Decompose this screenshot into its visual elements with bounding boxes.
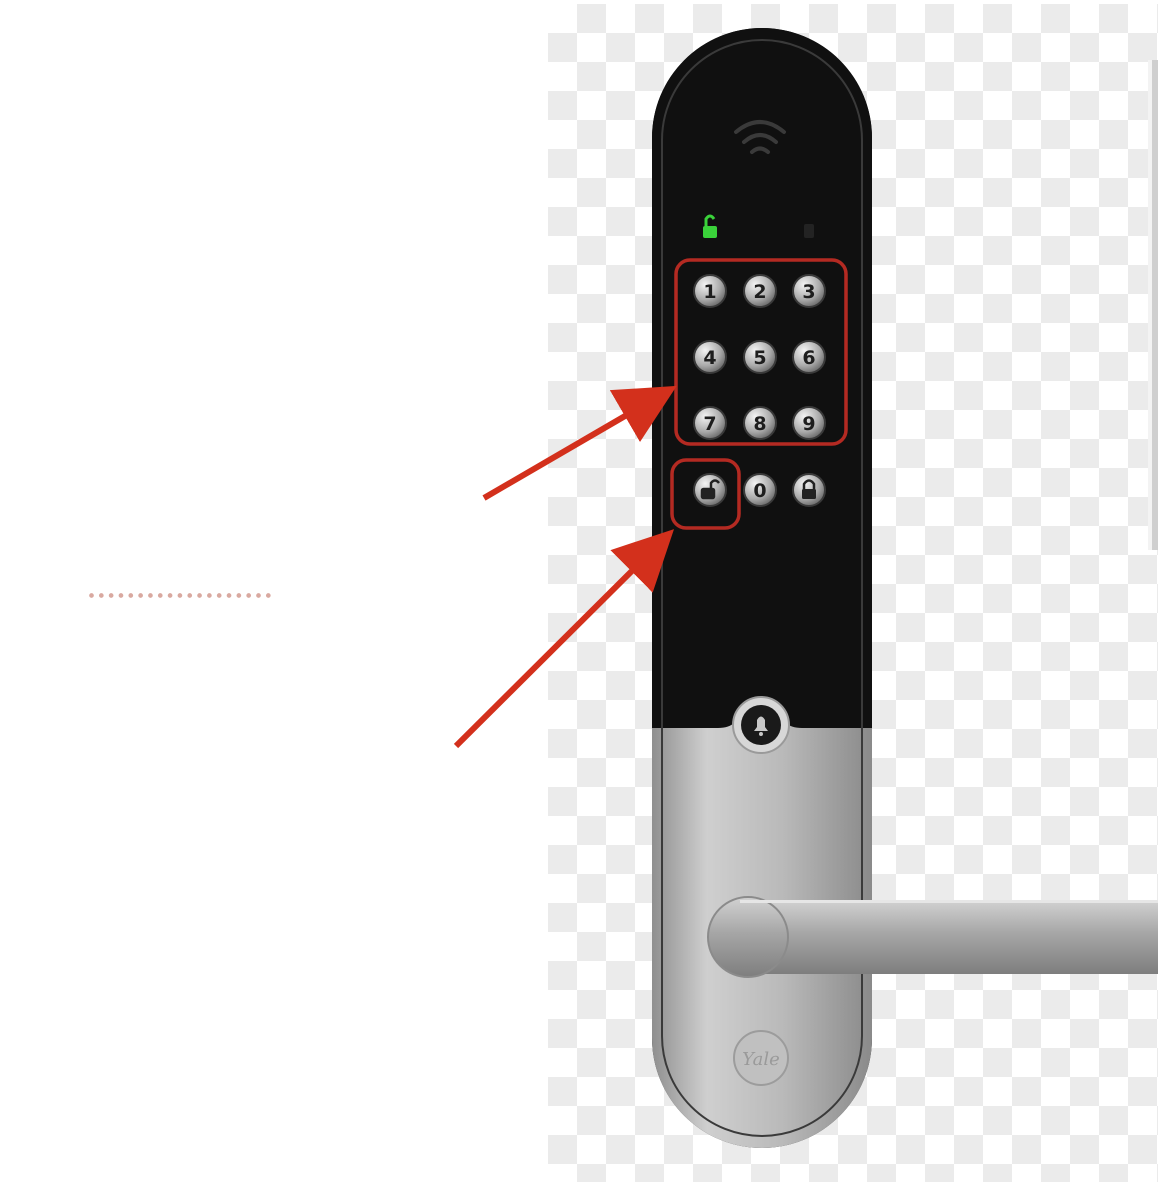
keypad-key-8[interactable]: 8 [743,406,777,440]
keypad-key-1[interactable]: 1 [693,274,727,308]
key-label: 3 [802,281,815,303]
door-handle [707,896,1158,978]
key-label: 8 [753,413,766,435]
keypad-arrow [482,385,677,501]
door-lock-illustration: 1 2 3 4 5 6 7 8 9 0 Yale [453,28,1158,1148]
confirm-arrow [453,529,675,749]
keypad-key-9[interactable]: 9 [792,406,826,440]
lock-key[interactable] [792,473,826,507]
door-edge-shadow [1152,60,1158,550]
keypad-key-4[interactable]: 4 [693,340,727,374]
key-label: 2 [753,281,766,303]
keypad-key-2[interactable]: 2 [743,274,777,308]
lock-plate [652,28,872,1148]
key-label: 9 [802,413,815,435]
keypad-key-6[interactable]: 6 [792,340,826,374]
doorbell-button[interactable] [732,696,790,754]
key-label: 7 [703,413,716,435]
brand-logo: Yale [733,1030,789,1086]
keypad-key-7[interactable]: 7 [693,406,727,440]
key-label: 5 [753,347,766,369]
key-label: 0 [753,480,766,502]
key-label: 1 [703,281,716,303]
key-label: 6 [802,347,815,369]
keypad-key-3[interactable]: 3 [792,274,826,308]
unlock-confirm-key[interactable] [693,473,727,507]
keypad-key-5[interactable]: 5 [743,340,777,374]
key-label: 4 [703,347,716,369]
lock-status-led [804,224,814,238]
brand-logo-text: Yale [742,1049,780,1070]
keypad-key-0[interactable]: 0 [743,473,777,507]
